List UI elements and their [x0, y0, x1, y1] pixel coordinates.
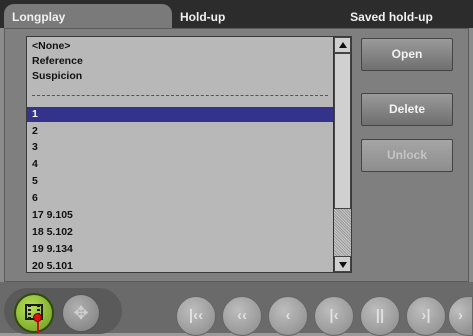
unlock-button: Unlock — [361, 139, 453, 172]
tab-bar: Longplay Hold-up Saved hold-up — [0, 0, 473, 28]
list-item[interactable]: <None> — [27, 39, 333, 54]
next-frame-icon: ›| — [421, 307, 431, 324]
list-item[interactable]: 2 — [27, 124, 333, 139]
delete-button[interactable]: Delete — [361, 93, 453, 126]
list-item[interactable]: 17 9.105 — [27, 208, 333, 223]
scroll-down-button[interactable] — [334, 256, 351, 272]
list-scrollbar[interactable] — [333, 37, 351, 272]
forward-icon: › — [458, 307, 463, 324]
rewind-button[interactable]: ‹‹ — [222, 296, 262, 336]
list-item[interactable]: 4 — [27, 157, 333, 172]
scroll-up-button[interactable] — [334, 37, 351, 53]
list-item-selected[interactable]: 1 — [27, 107, 333, 122]
tab-longplay[interactable]: Longplay — [4, 4, 172, 28]
step-back-icon: ‹ — [285, 307, 291, 324]
list-separator — [32, 95, 328, 96]
navigation-cross-icon: ✥ — [73, 303, 89, 323]
list-item[interactable]: 3 — [27, 140, 333, 155]
tab-hold-up[interactable]: Hold-up — [176, 4, 320, 28]
skip-to-start-button[interactable]: |‹‹ — [176, 296, 216, 336]
skip-to-start-icon: |‹‹ — [188, 307, 204, 324]
recording-list[interactable]: <None> Reference Suspicion 1 2 3 4 5 6 1… — [26, 36, 352, 273]
tab-saved-hold-up[interactable]: Saved hold-up — [310, 4, 473, 28]
next-frame-button[interactable]: ›| — [406, 296, 446, 336]
rewind-icon: ‹‹ — [237, 307, 247, 324]
open-button[interactable]: Open — [361, 38, 453, 71]
playhead-dot[interactable] — [33, 313, 42, 322]
step-back-button[interactable]: ‹ — [268, 296, 308, 336]
application-window: Longplay Hold-up Saved hold-up <None> Re… — [0, 0, 473, 336]
previous-frame-icon: |‹ — [329, 307, 339, 324]
list-item[interactable]: 18 5.102 — [27, 225, 333, 240]
list-item[interactable]: 20 5.101 — [27, 259, 333, 272]
scroll-thumb[interactable] — [334, 53, 351, 209]
pause-button[interactable]: || — [360, 296, 400, 336]
list-item[interactable]: Suspicion — [27, 69, 333, 84]
list-item[interactable]: 19 9.134 — [27, 242, 333, 257]
navigation-mode-button[interactable]: ✥ — [62, 294, 100, 332]
arrow-up-icon — [339, 42, 347, 48]
pause-icon: || — [375, 307, 385, 324]
list-item[interactable]: Reference — [27, 54, 333, 69]
list-item[interactable]: 6 — [27, 191, 333, 206]
arrow-down-icon — [339, 262, 347, 268]
previous-frame-button[interactable]: |‹ — [314, 296, 354, 336]
list-item[interactable]: 5 — [27, 174, 333, 189]
